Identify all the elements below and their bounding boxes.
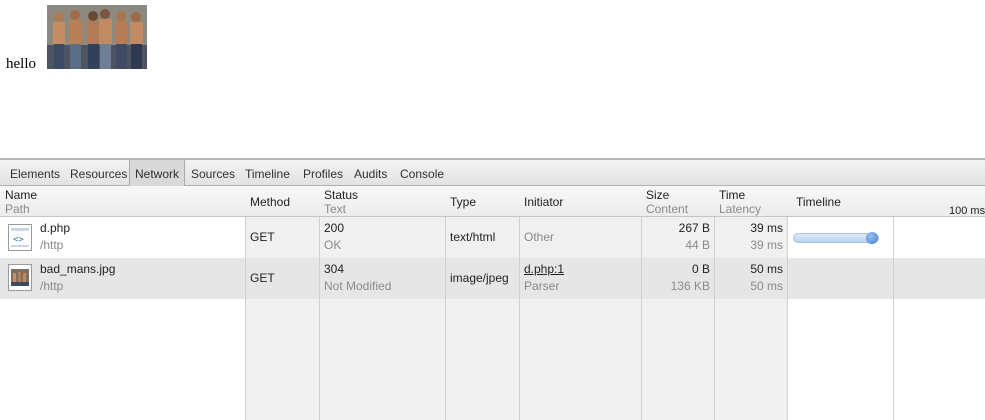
svg-text:<>: <>: [13, 235, 24, 245]
request-latency: 39 ms: [750, 238, 783, 252]
header-size[interactable]: Size: [646, 188, 669, 202]
page-image: [47, 5, 147, 69]
devtools-panel: Elements Resources Network Sources Timel…: [0, 158, 985, 420]
request-latency: 50 ms: [750, 279, 783, 293]
request-time: 39 ms: [750, 221, 783, 235]
request-path: /http: [40, 238, 64, 252]
hello-text: hello: [6, 56, 36, 72]
request-method: GET: [250, 230, 275, 244]
devtools-tab-bar: Elements Resources Network Sources Timel…: [0, 158, 985, 186]
request-method: GET: [250, 271, 275, 285]
request-status: 304: [324, 262, 345, 276]
header-time[interactable]: Time: [719, 188, 745, 202]
request-time: 50 ms: [750, 262, 783, 276]
header-content[interactable]: Content: [646, 202, 688, 216]
header-timeline[interactable]: Timeline: [796, 195, 841, 209]
initiator-type: Parser: [524, 279, 560, 293]
request-size: 0 B: [691, 262, 710, 276]
header-name[interactable]: Name: [5, 188, 37, 202]
request-content-size: 136 KB: [670, 279, 710, 293]
tab-timeline[interactable]: Timeline: [240, 160, 295, 186]
table-row[interactable]: bad_mans.jpg /http GET 304 Not Modified …: [0, 258, 985, 299]
tab-elements[interactable]: Elements: [5, 160, 65, 186]
request-name[interactable]: d.php: [40, 221, 70, 235]
table-row[interactable]: <> d.php /http GET 200 OK text/html Othe…: [0, 217, 985, 258]
tab-audits[interactable]: Audits: [349, 160, 392, 186]
header-text[interactable]: Text: [324, 202, 346, 216]
request-status-text: Not Modified: [324, 279, 392, 293]
tab-sources[interactable]: Sources: [186, 160, 240, 186]
request-type: text/html: [450, 230, 496, 244]
grid-header: Name Path Method Status Text Type Initia…: [0, 186, 985, 217]
tab-console[interactable]: Console: [395, 160, 449, 186]
request-content-size: 44 B: [685, 238, 710, 252]
request-size: 267 B: [678, 221, 710, 235]
request-type: image/jpeg: [450, 271, 509, 285]
request-status: 200: [324, 221, 345, 235]
timeline-scale-label: 100 ms: [949, 205, 985, 217]
tab-resources[interactable]: Resources: [65, 160, 132, 186]
header-status[interactable]: Status: [324, 188, 358, 202]
header-initiator[interactable]: Initiator: [524, 195, 563, 209]
tab-profiles[interactable]: Profiles: [298, 160, 348, 186]
request-status-text: OK: [324, 238, 342, 252]
timeline-bar-end: [866, 232, 878, 244]
header-path[interactable]: Path: [5, 202, 30, 216]
network-grid: Name Path Method Status Text Type Initia…: [0, 186, 985, 420]
html-file-icon: <>: [8, 224, 32, 251]
group-photo-image: [47, 5, 147, 69]
header-method[interactable]: Method: [250, 195, 290, 209]
image-file-icon: [8, 264, 32, 291]
header-type[interactable]: Type: [450, 195, 476, 209]
header-latency[interactable]: Latency: [719, 202, 761, 216]
request-path: /http: [40, 279, 64, 293]
request-initiator: Other: [524, 230, 555, 244]
request-name[interactable]: bad_mans.jpg: [40, 262, 115, 276]
inspected-page: hello: [0, 0, 985, 158]
initiator-link[interactable]: d.php:1: [524, 262, 564, 276]
tab-network[interactable]: Network: [129, 160, 186, 186]
